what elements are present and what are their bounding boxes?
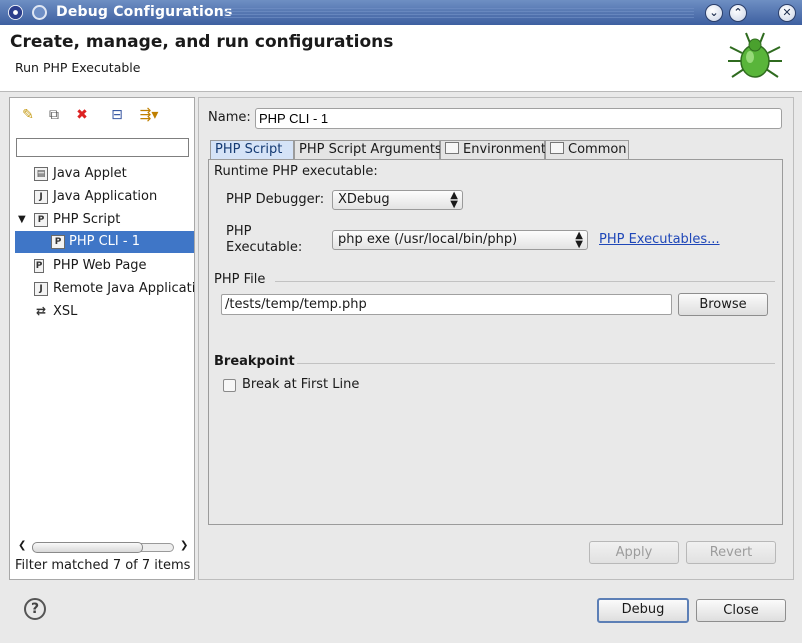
tree-item-label: Java Application xyxy=(53,189,158,204)
tab-label: Environment xyxy=(463,142,547,157)
apply-button[interactable]: Apply xyxy=(589,541,679,564)
common-icon xyxy=(550,142,564,154)
collapse-all-icon[interactable]: ⊟ xyxy=(108,106,126,124)
tab-label: PHP Script xyxy=(215,142,283,157)
bug-icon xyxy=(728,32,782,78)
php-file-input[interactable]: /tests/temp/temp.php xyxy=(221,294,672,315)
debug-button[interactable]: Debug xyxy=(597,598,689,623)
close-button[interactable]: Close xyxy=(696,599,786,622)
horizontal-scrollbar[interactable]: ❮ ❯ xyxy=(16,540,189,554)
configuration-editor-panel: Name: PHP Script PHP Script Arguments En… xyxy=(198,97,794,580)
dialog-header: Create, manage, and run configurations R… xyxy=(0,25,802,92)
tree-item-java-application[interactable]: J Java Application xyxy=(10,186,194,208)
xsl-icon: ⇄ xyxy=(35,304,47,318)
tree-item-label: Java Applet xyxy=(53,166,127,181)
tab-label: PHP Script Arguments xyxy=(299,142,442,157)
executable-label-line2: Executable: xyxy=(226,240,303,255)
browse-button[interactable]: Browse xyxy=(678,293,768,316)
scroll-left-icon[interactable]: ❮ xyxy=(18,540,26,551)
tree-item-label: Remote Java Applicatio xyxy=(53,281,194,296)
environment-icon xyxy=(445,142,459,154)
close-window-button[interactable]: ✕ xyxy=(778,4,796,22)
tab-content-php-script: Runtime PHP executable: PHP Debugger: XD… xyxy=(208,159,783,525)
duplicate-icon[interactable]: ⧉ xyxy=(45,106,63,124)
filter-input[interactable] xyxy=(16,138,189,157)
dialog-title: Create, manage, and run configurations xyxy=(10,32,394,52)
minimize-button[interactable]: ⌄ xyxy=(705,4,723,22)
scroll-right-icon[interactable]: ❯ xyxy=(180,540,188,551)
php-icon: P xyxy=(51,235,65,249)
breakpoint-group-label: Breakpoint xyxy=(214,354,295,369)
window-titlebar[interactable]: Debug Configurations ⌄ ⌃ ✕ xyxy=(0,0,802,25)
java-application-icon: J xyxy=(34,190,48,204)
break-first-line-label: Break at First Line xyxy=(242,377,360,392)
maximize-button[interactable]: ⌃ xyxy=(729,4,747,22)
filter-icon[interactable]: ⇶▾ xyxy=(134,106,164,124)
tree-item-php-script[interactable]: ▼ P PHP Script xyxy=(10,209,194,231)
tab-php-script[interactable]: PHP Script xyxy=(210,140,294,160)
group-divider xyxy=(275,281,775,282)
runtime-label: Runtime PHP executable: xyxy=(214,164,378,179)
tree-item-php-cli-1[interactable]: P PHP CLI - 1 xyxy=(15,231,194,253)
filter-status: Filter matched 7 of 7 items xyxy=(15,558,191,573)
break-first-line-checkbox[interactable] xyxy=(223,379,236,392)
java-applet-icon: ▤ xyxy=(34,167,48,181)
group-divider xyxy=(297,363,775,364)
php-executables-link[interactable]: PHP Executables... xyxy=(599,232,720,247)
tree-item-php-web-page[interactable]: P PHP Web Page xyxy=(10,255,194,277)
tab-bar: PHP Script PHP Script Arguments Environm… xyxy=(210,140,783,160)
executable-select[interactable]: php exe (/usr/local/bin/php) ▲ ▼ xyxy=(332,230,588,250)
executable-label-line1: PHP xyxy=(226,224,252,239)
configuration-list-panel: ✎ ⧉ ✖ ⊟ ⇶▾ ▤ Java Applet J Java Applicat… xyxy=(9,97,195,580)
new-config-icon[interactable]: ✎ xyxy=(19,106,37,124)
name-input[interactable] xyxy=(255,108,782,129)
help-icon[interactable]: ? xyxy=(24,598,46,620)
debugger-value: XDebug xyxy=(338,192,390,207)
scrollbar-thumb[interactable] xyxy=(32,542,143,553)
tree-item-java-applet[interactable]: ▤ Java Applet xyxy=(10,163,194,185)
executable-value: php exe (/usr/local/bin/php) xyxy=(338,232,518,247)
expand-chevron-icon[interactable]: ▼ xyxy=(18,209,26,231)
tree-item-label: XSL xyxy=(53,304,78,319)
dialog-subtitle: Run PHP Executable xyxy=(15,60,141,75)
php-file-group-label: PHP File xyxy=(214,272,266,287)
tab-label: Common xyxy=(568,142,627,157)
remote-java-icon: J xyxy=(34,282,48,296)
tree-item-label: PHP Web Page xyxy=(53,258,147,273)
php-web-page-icon: P xyxy=(34,259,44,273)
tab-php-script-arguments[interactable]: PHP Script Arguments xyxy=(294,140,442,160)
select-arrows-icon: ▲ ▼ xyxy=(450,190,458,210)
name-label: Name: xyxy=(208,110,251,125)
tab-environment[interactable]: Environment xyxy=(440,140,547,160)
debugger-select[interactable]: XDebug ▲ ▼ xyxy=(332,190,463,210)
debugger-label: PHP Debugger: xyxy=(226,192,325,207)
tree-item-remote-java[interactable]: J Remote Java Applicatio xyxy=(10,278,194,300)
tab-common[interactable]: Common xyxy=(545,140,629,160)
window-title: Debug Configurations xyxy=(56,4,233,20)
window-menu-icon[interactable] xyxy=(32,5,47,20)
select-arrows-icon: ▲ ▼ xyxy=(575,230,583,250)
revert-button[interactable]: Revert xyxy=(686,541,776,564)
eclipse-icon xyxy=(8,5,23,20)
titlebar-decoration xyxy=(224,8,694,18)
delete-icon[interactable]: ✖ xyxy=(73,106,91,124)
tree-item-xsl[interactable]: ⇄ XSL xyxy=(10,301,194,323)
tree-item-label: PHP CLI - 1 xyxy=(69,234,140,249)
tree-item-label: PHP Script xyxy=(53,212,121,227)
php-script-icon: P xyxy=(34,213,48,227)
